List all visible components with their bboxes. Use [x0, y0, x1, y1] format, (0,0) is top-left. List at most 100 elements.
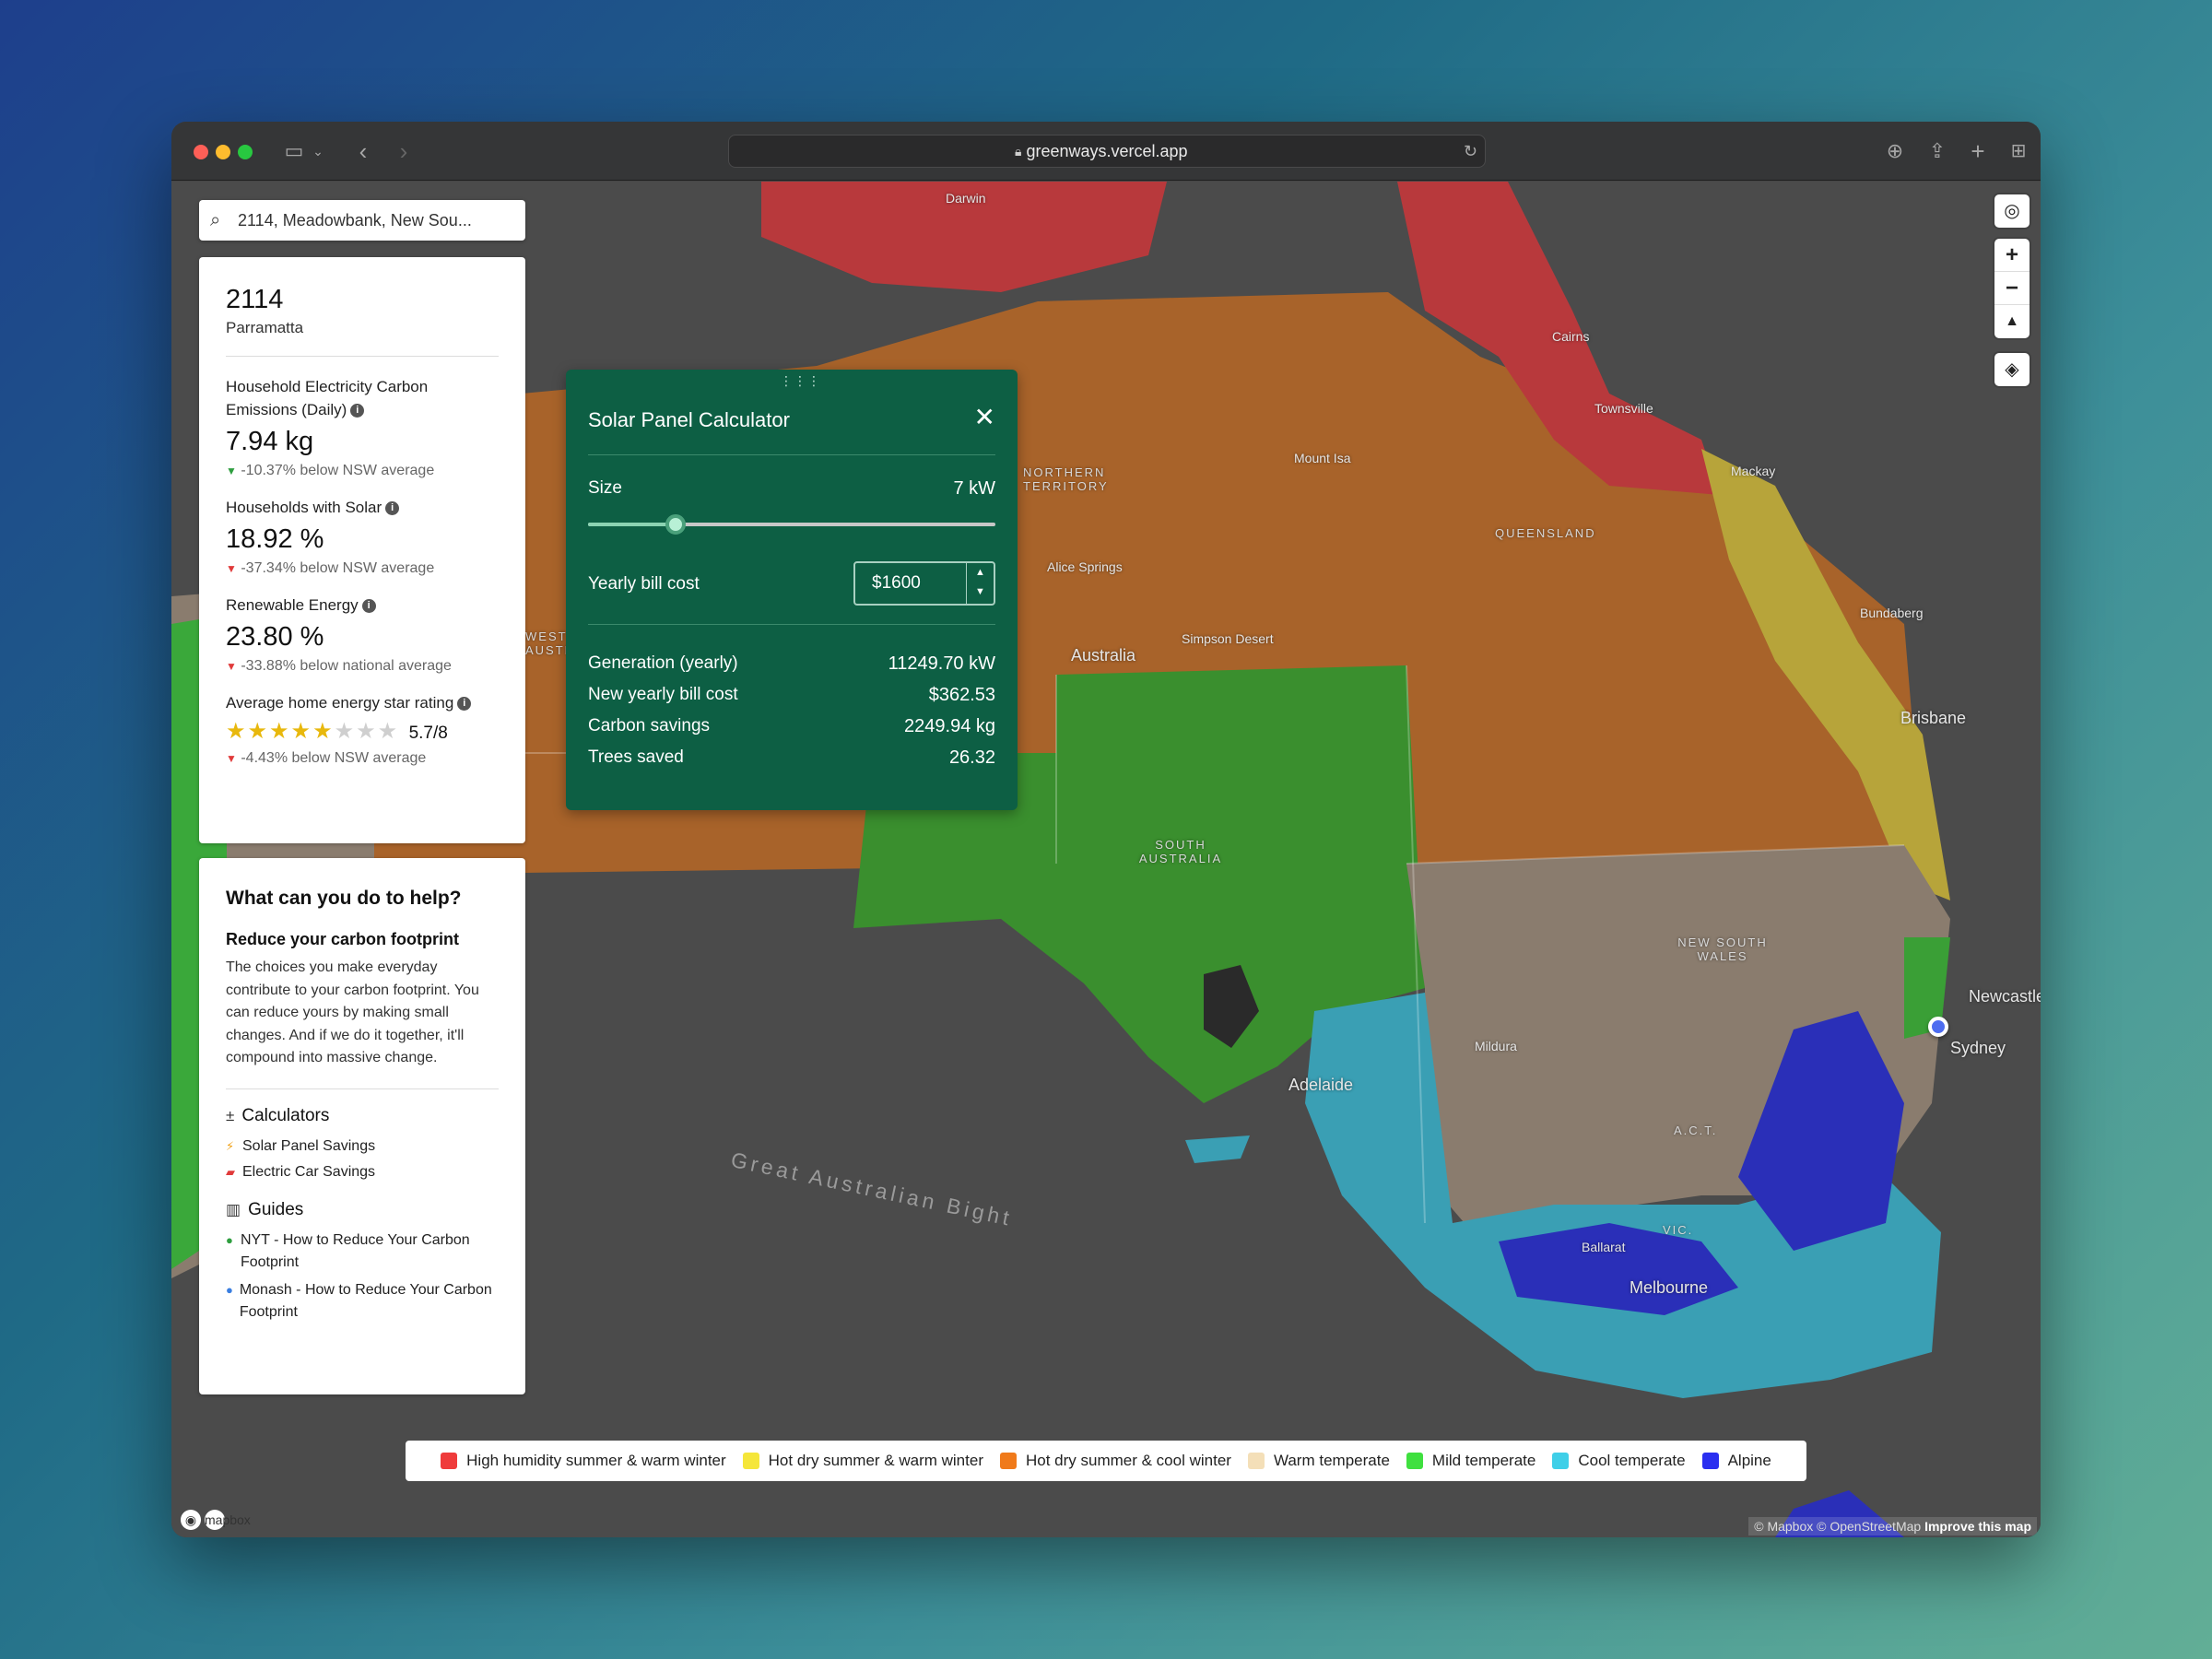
zoom-in-icon[interactable]: +	[1994, 239, 2030, 272]
search-input[interactable]: ⌕ 2114, Meadowbank, New Sou...	[199, 200, 525, 241]
help-text: The choices you make everyday contribute…	[226, 959, 479, 1065]
download-icon[interactable]: ⊕	[1882, 136, 1908, 166]
mapbox-logo[interactable]: ◉ mapbox	[181, 1510, 251, 1530]
star-icon: ★	[312, 719, 335, 744]
calculator-link-car[interactable]: ▰ Electric Car Savings	[226, 1161, 499, 1183]
tab-overview-icon[interactable]: ⊞	[2006, 136, 2031, 166]
star-icon: ★	[269, 719, 291, 744]
info-icon[interactable]: i	[361, 599, 376, 614]
climate-legend: High humidity summer & warm winter Hot d…	[406, 1441, 1806, 1481]
map-label-queensland: QUEENSLAND	[1495, 526, 1596, 540]
guide-link-monash[interactable]: ● Monash - How to Reduce Your Carbon Foot…	[226, 1279, 499, 1324]
forward-icon[interactable]: ›	[393, 136, 415, 166]
maximize-window-button[interactable]	[238, 145, 253, 159]
share-icon[interactable]: ⇪	[1924, 136, 1950, 166]
info-icon[interactable]: i	[350, 404, 365, 418]
map-label-cairns: Cairns	[1552, 329, 1590, 344]
calculator-title: Solar Panel Calculator	[588, 408, 790, 431]
down-triangle-icon: ▼	[226, 752, 237, 765]
new-tab-icon[interactable]: +	[1965, 136, 1991, 166]
legend-swatch	[999, 1453, 1017, 1469]
bill-stepper[interactable]: ▲ ▼	[966, 563, 994, 604]
renewable-delta: ▼ -33.88% below national average	[226, 658, 452, 674]
url-bar[interactable]: 🔒︎ greenways.vercel.app ↻	[728, 135, 1486, 168]
geolocate-icon[interactable]: ◎	[1994, 194, 2030, 228]
back-icon[interactable]: ‹	[352, 136, 374, 166]
reload-icon[interactable]: ↻	[1464, 135, 1477, 167]
chevron-down-icon[interactable]: ⌄	[310, 136, 326, 166]
carbon-savings-label: Carbon savings	[588, 716, 711, 735]
star-icon: ★	[290, 719, 313, 744]
drag-handle-icon[interactable]: ⋮⋮⋮	[780, 373, 821, 389]
legend-item: Hot dry summer & cool winter	[999, 1452, 1231, 1470]
guide-link-nyt[interactable]: ● NYT - How to Reduce Your Carbon Footpri…	[226, 1230, 499, 1274]
map-label-alice-springs: Alice Springs	[1047, 559, 1123, 574]
layers-icon[interactable]: ◈	[1994, 353, 2030, 386]
divider	[226, 1088, 499, 1089]
minimize-window-button[interactable]	[216, 145, 230, 159]
trees-saved-label: Trees saved	[588, 747, 684, 767]
divider	[588, 454, 995, 455]
browser-titlebar: ▭ ⌄ ‹ › 🔒︎ greenways.vercel.app ↻ ⊕ ⇪ + …	[171, 122, 2041, 181]
location-pin[interactable]	[1928, 1017, 1948, 1037]
increment-icon[interactable]: ▲	[967, 563, 994, 582]
map-label-australia: Australia	[1071, 646, 1136, 665]
mapbox-icon: ◉	[181, 1510, 201, 1530]
stats-panel: 2114 Parramatta Household Electricity Ca…	[199, 257, 525, 843]
search-value: 2114, Meadowbank, New Sou...	[238, 211, 472, 229]
solar-label: Households with Solar i	[226, 496, 499, 519]
map-label-south-australia: SOUTH AUSTRALIA	[1138, 838, 1223, 865]
map-label-melbourne: Melbourne	[1630, 1278, 1709, 1297]
legend-swatch	[742, 1453, 759, 1469]
divider	[226, 356, 499, 357]
star-rating-label: Average home energy star rating i	[226, 691, 499, 714]
zoom-control[interactable]: + − ▲	[1994, 239, 2030, 338]
star-icon: ★	[226, 719, 248, 744]
map-label-bundaberg: Bundaberg	[1860, 606, 1924, 620]
bill-input[interactable]: $1600 ▲ ▼	[853, 561, 995, 606]
legend-item: Warm temperate	[1247, 1452, 1390, 1470]
legend-item: Mild temperate	[1406, 1452, 1535, 1470]
size-slider-fill	[588, 523, 677, 526]
map-label-ballarat: Ballarat	[1582, 1240, 1626, 1254]
zoom-out-icon[interactable]: −	[1994, 272, 2030, 305]
map-label-northern-territory: NORTHERN TERRITORY	[1023, 465, 1109, 493]
browser-window: ▭ ⌄ ‹ › 🔒︎ greenways.vercel.app ↻ ⊕ ⇪ + …	[171, 122, 2041, 1537]
legend-item: Cool temperate	[1552, 1452, 1686, 1470]
size-slider[interactable]	[588, 514, 995, 535]
generation-label: Generation (yearly)	[588, 653, 738, 673]
map-label-darwin: Darwin	[946, 191, 986, 206]
legend-item: Hot dry summer & warm winter	[742, 1452, 983, 1470]
close-window-button[interactable]	[194, 145, 208, 159]
globe-icon: ●	[226, 1282, 233, 1297]
decrement-icon[interactable]: ▼	[967, 582, 994, 602]
info-icon[interactable]: i	[457, 697, 472, 712]
calculator-link-solar[interactable]: ⚡ Solar Panel Savings	[226, 1135, 499, 1158]
geolocate-control[interactable]: ◎	[1994, 194, 2030, 228]
help-title: What can you do to help?	[226, 888, 462, 909]
layers-control[interactable]: ◈	[1994, 353, 2030, 386]
down-triangle-icon: ▼	[226, 562, 237, 575]
divider	[588, 624, 995, 625]
star-icon: ★	[377, 719, 400, 744]
map-label-adelaide: Adelaide	[1288, 1076, 1354, 1094]
size-slider-handle[interactable]	[665, 514, 687, 535]
calculator-icon: ±	[226, 1106, 235, 1124]
emissions-value: 7.94 kg	[226, 427, 314, 456]
close-icon[interactable]: ✕	[974, 405, 995, 430]
size-value: 7 kW	[953, 478, 995, 499]
generation-value: 11249.70 kW	[888, 653, 995, 674]
sidebar-toggle-icon[interactable]: ▭	[280, 136, 308, 166]
map-label-mildura: Mildura	[1475, 1039, 1517, 1053]
attribution-text[interactable]: © Mapbox © OpenStreetMap	[1754, 1519, 1921, 1534]
new-bill-value: $362.53	[928, 685, 995, 705]
bill-value: $1600	[872, 573, 921, 593]
star-icon: ★	[247, 719, 270, 744]
compass-icon[interactable]: ▲	[1994, 305, 2030, 338]
legend-swatch	[1406, 1453, 1423, 1469]
star-rating-icons: ★★★★★★★★	[226, 719, 399, 744]
improve-map-link[interactable]: Improve this map	[1924, 1519, 2031, 1534]
lightning-icon: ⚡	[226, 1138, 235, 1153]
info-icon[interactable]: i	[385, 501, 400, 516]
map-canvas[interactable]: Darwin Cairns Townsville Mackay Mount Is…	[171, 182, 2041, 1537]
